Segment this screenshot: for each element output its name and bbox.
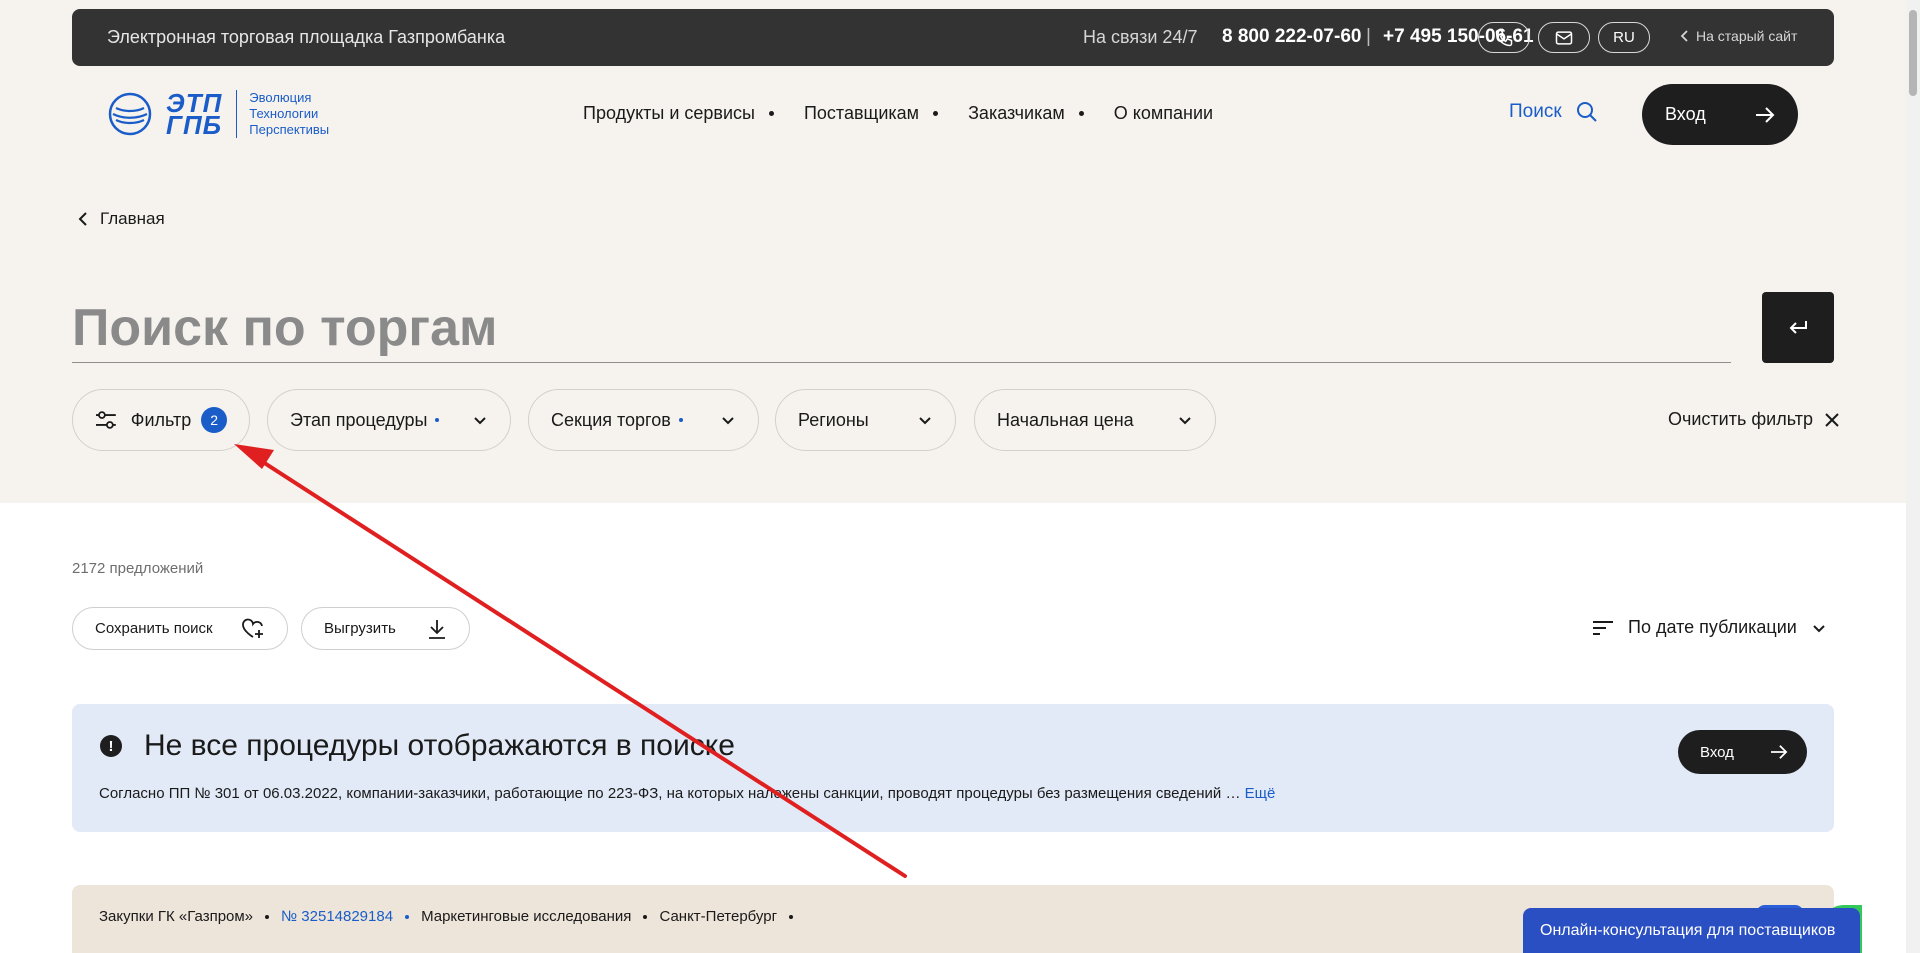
main-nav: Продукты и сервисы Поставщикам Заказчика… xyxy=(583,103,1213,124)
phone-separator: | xyxy=(1366,26,1371,47)
active-dot-icon xyxy=(678,418,683,422)
platform-title: Электронная торговая площадка Газпромбан… xyxy=(107,27,506,47)
nav-item-about[interactable]: О компании xyxy=(1114,103,1213,124)
chip-procedure-stage[interactable]: Этап процедуры xyxy=(267,389,511,451)
notice-login-label: Вход xyxy=(1700,743,1734,761)
dropdown-dot-icon xyxy=(933,111,939,116)
nav-item-products[interactable]: Продукты и сервисы xyxy=(583,103,788,124)
tender-city: Санкт-Петербург xyxy=(659,908,778,925)
search-label: Поиск xyxy=(1509,101,1562,122)
phone-icon xyxy=(1495,29,1513,46)
notice-title: Не все процедуры отображаются в поиске xyxy=(144,729,735,762)
logo-tagline: Эволюция Технологии Перспективы xyxy=(236,90,329,138)
sort-icon xyxy=(1593,620,1613,635)
chevron-left-icon xyxy=(1680,30,1688,42)
save-search-button[interactable]: Сохранить поиск xyxy=(72,607,288,650)
dropdown-dot-icon xyxy=(1078,111,1084,116)
chip-label: Секция торгов xyxy=(551,409,671,430)
login-button[interactable]: Вход xyxy=(1642,84,1798,145)
save-search-label: Сохранить поиск xyxy=(95,620,213,637)
nav-item-suppliers[interactable]: Поставщикам xyxy=(804,103,952,124)
exclamation-icon: ! xyxy=(100,735,122,757)
tender-section: Закупки ГК «Газпром» xyxy=(99,908,254,925)
active-dot-icon xyxy=(435,418,440,422)
page-scrollbar[interactable] xyxy=(1906,0,1920,953)
download-icon xyxy=(429,619,445,639)
filter-count-badge: 2 xyxy=(201,407,227,433)
old-site-label: На старый сайт xyxy=(1696,28,1798,44)
separator-dot xyxy=(405,914,410,919)
language-button[interactable]: RU xyxy=(1598,22,1650,53)
login-label: Вход xyxy=(1665,104,1706,124)
chevron-down-icon xyxy=(722,417,734,425)
sort-dropdown[interactable]: По дате публикации xyxy=(1592,617,1827,638)
chip-label: Этап процедуры xyxy=(290,409,428,430)
site-logo[interactable]: ЭТП ГПБ Эволюция Технологии Перспективы xyxy=(108,90,329,138)
mail-icon xyxy=(1555,30,1573,45)
search-submit-button[interactable] xyxy=(1762,292,1834,363)
heart-plus-icon xyxy=(242,618,263,638)
chevron-down-icon xyxy=(1179,417,1191,425)
tender-category: Маркетинговые исследования xyxy=(421,908,632,925)
filter-label: Фильтр xyxy=(130,409,192,430)
tender-number[interactable]: № 32514829184 xyxy=(281,908,393,925)
sort-label: По дате публикации xyxy=(1628,617,1797,637)
chip-label: Начальная цена xyxy=(997,409,1134,430)
chevron-left-icon xyxy=(78,212,87,226)
tender-meta: Закупки ГК «Газпром» № 32514829184 Марке… xyxy=(99,908,794,925)
chevron-down-icon xyxy=(1813,624,1825,632)
search-icon xyxy=(1576,102,1597,122)
separator-dot xyxy=(789,914,794,919)
header-search-link[interactable]: Поиск xyxy=(1509,101,1598,123)
sliders-icon xyxy=(95,411,116,429)
scrollbar-thumb[interactable] xyxy=(1909,10,1917,96)
enter-icon xyxy=(1789,320,1807,334)
separator-dot xyxy=(265,914,270,919)
logo-mark: ЭТП ГПБ xyxy=(166,88,223,140)
tender-search-input[interactable] xyxy=(72,293,1731,363)
support-hours: На связи 24/7 xyxy=(1083,27,1198,47)
separator-dot xyxy=(643,914,648,919)
breadcrumb[interactable]: Главная xyxy=(78,209,165,229)
phone-link-primary[interactable]: 8 800 222-07-60 xyxy=(1222,26,1361,48)
export-button[interactable]: Выгрузить xyxy=(301,607,470,650)
results-count: 2172 предложений xyxy=(72,560,204,577)
dropdown-dot-icon xyxy=(768,111,774,116)
clear-filter-label: Очистить фильтр xyxy=(1668,409,1813,429)
clear-filter-button[interactable]: Очистить фильтр xyxy=(1668,409,1839,430)
chip-start-price[interactable]: Начальная цена xyxy=(974,389,1216,451)
notice-login-button[interactable]: Вход xyxy=(1678,730,1807,774)
notice-more-link[interactable]: Ещё xyxy=(1245,785,1276,802)
nav-item-customers[interactable]: Заказчикам xyxy=(968,103,1098,124)
chip-label: Регионы xyxy=(798,409,869,430)
chip-regions[interactable]: Регионы xyxy=(775,389,956,451)
notice-body: Согласно ПП № 301 от 06.03.2022, компани… xyxy=(99,785,1276,802)
export-label: Выгрузить xyxy=(324,620,396,637)
consultation-label: Онлайн-консультация для поставщиков xyxy=(1540,922,1836,939)
filter-button[interactable]: Фильтр 2 xyxy=(72,389,250,451)
chip-trade-section[interactable]: Секция торгов xyxy=(528,389,759,451)
arrow-right-icon xyxy=(1756,106,1775,123)
globe-logo-icon xyxy=(108,92,152,136)
top-info-bar: Электронная торговая площадка Газпромбан… xyxy=(72,9,1834,66)
breadcrumb-home: Главная xyxy=(100,209,165,228)
sanctions-notice: ! Не все процедуры отображаются в поиске… xyxy=(72,704,1834,832)
call-button[interactable] xyxy=(1478,22,1530,53)
close-icon xyxy=(1825,412,1839,427)
arrow-right-icon xyxy=(1771,745,1788,759)
online-consultation-widget[interactable]: Онлайн-консультация для поставщиков xyxy=(1523,908,1860,953)
chevron-down-icon xyxy=(474,417,486,425)
old-site-link[interactable]: На старый сайт xyxy=(1680,28,1797,44)
chevron-down-icon xyxy=(919,417,931,425)
email-button[interactable] xyxy=(1538,22,1590,53)
